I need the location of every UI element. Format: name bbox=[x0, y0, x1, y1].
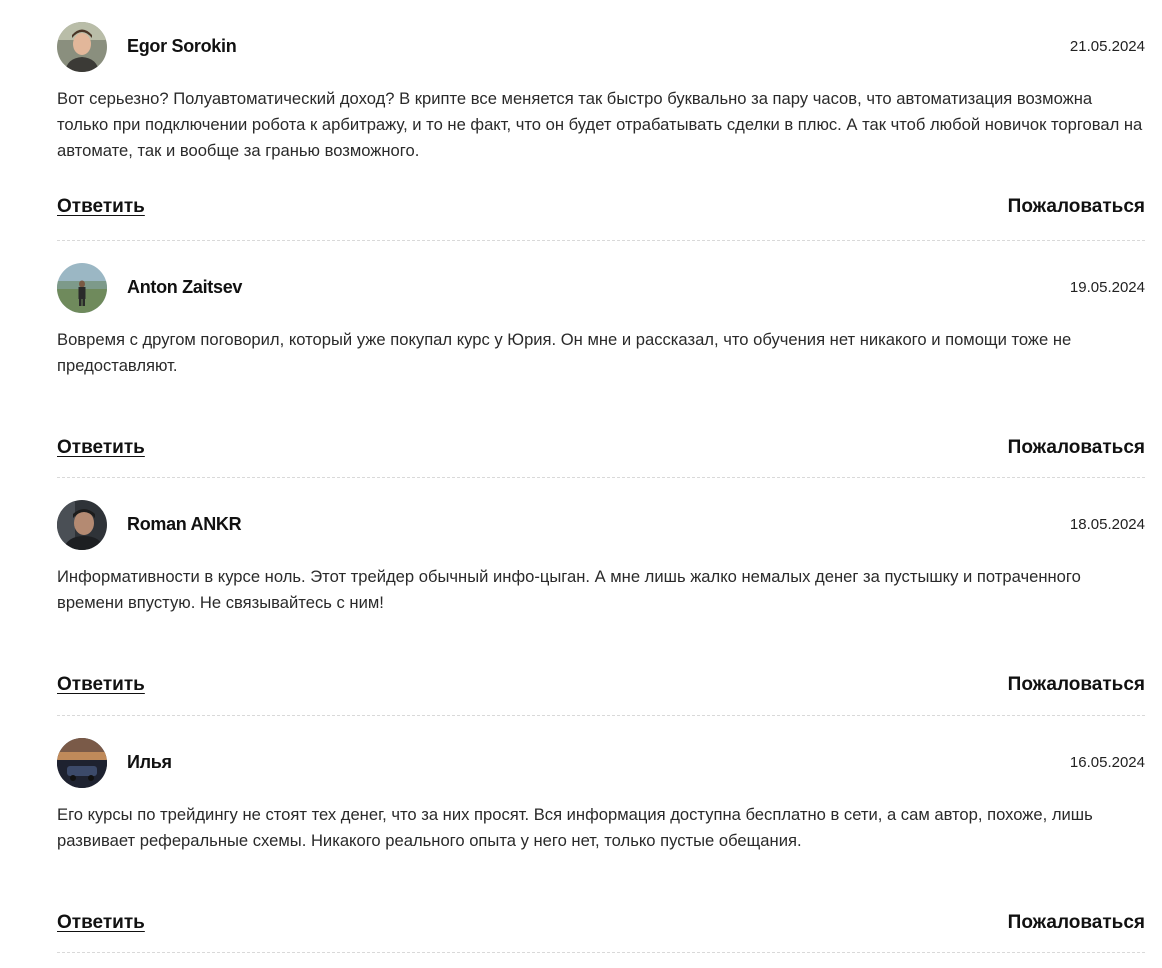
comment-header: Egor Sorokin 21.05.2024 bbox=[57, 22, 1145, 72]
comment-actions: Ответить Пожаловаться bbox=[57, 912, 1145, 938]
comment-header: Anton Zaitsev 19.05.2024 bbox=[57, 263, 1145, 313]
avatar[interactable] bbox=[57, 500, 107, 550]
reply-link[interactable]: Ответить bbox=[57, 674, 145, 696]
comment-header: Илья 16.05.2024 bbox=[57, 738, 1145, 788]
avatar-photo-icon bbox=[57, 738, 107, 788]
comment-actions: Ответить Пожаловаться bbox=[57, 437, 1145, 463]
comment-date: 18.05.2024 bbox=[1069, 516, 1145, 533]
author-name: Anton Zaitsev bbox=[127, 277, 243, 297]
reply-link[interactable]: Ответить bbox=[57, 196, 145, 218]
author-name: Илья bbox=[127, 752, 172, 772]
avatar-photo-icon bbox=[57, 500, 107, 550]
comments-list: Egor Sorokin 21.05.2024 Вот серьезно? По… bbox=[0, 0, 1162, 953]
comment-text: Его курсы по трейдингу не стоят тех дене… bbox=[57, 805, 1093, 850]
avatar[interactable] bbox=[57, 263, 107, 313]
comment-header: Roman ANKR 18.05.2024 bbox=[57, 500, 1145, 550]
comment-date: 16.05.2024 bbox=[1069, 754, 1145, 771]
avatar-photo-icon bbox=[57, 263, 107, 313]
report-link[interactable]: Пожаловаться bbox=[1008, 674, 1145, 696]
report-link[interactable]: Пожаловаться bbox=[1008, 196, 1145, 218]
report-link[interactable]: Пожаловаться bbox=[1008, 912, 1145, 934]
comment-actions: Ответить Пожаловаться bbox=[57, 674, 1145, 700]
comment-item: Egor Sorokin 21.05.2024 Вот серьезно? По… bbox=[57, 0, 1145, 241]
comment-text: Информативности в курсе ноль. Этот трейд… bbox=[57, 567, 1081, 612]
avatar[interactable] bbox=[57, 738, 107, 788]
author-name: Egor Sorokin bbox=[127, 36, 237, 56]
comment-date: 19.05.2024 bbox=[1069, 279, 1145, 296]
reply-link[interactable]: Ответить bbox=[57, 437, 145, 459]
report-link[interactable]: Пожаловаться bbox=[1008, 437, 1145, 459]
avatar-photo-icon bbox=[57, 22, 107, 72]
comment-date: 21.05.2024 bbox=[1069, 38, 1145, 55]
comment-text: Вот серьезно? Полуавтоматический доход? … bbox=[57, 89, 1143, 160]
author-name: Roman ANKR bbox=[127, 514, 242, 534]
reply-link[interactable]: Ответить bbox=[57, 912, 145, 934]
comment-actions: Ответить Пожаловаться bbox=[57, 196, 1145, 222]
comment-item: Илья 16.05.2024 Его курсы по трейдингу н… bbox=[57, 716, 1145, 953]
avatar[interactable] bbox=[57, 22, 107, 72]
comment-text: Вовремя с другом поговорил, который уже … bbox=[57, 330, 1072, 375]
comment-item: Roman ANKR 18.05.2024 Информативности в … bbox=[57, 478, 1145, 716]
comment-item: Anton Zaitsev 19.05.2024 Вовремя с друго… bbox=[57, 241, 1145, 478]
